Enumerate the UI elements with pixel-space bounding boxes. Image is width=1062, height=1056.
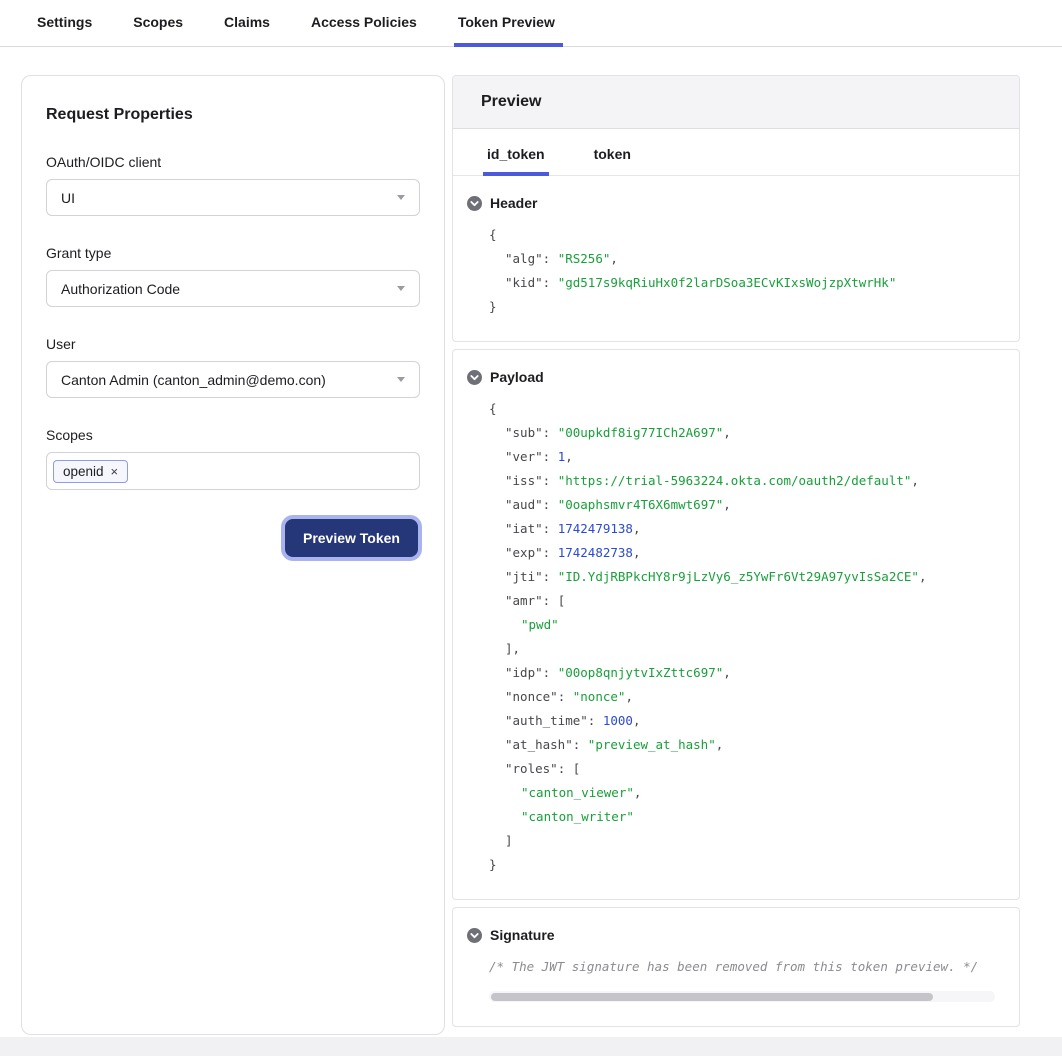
payload-section: Payload {"sub": "00upkdf8ig77ICh2A697","… [453,350,1019,899]
chevron-down-icon [397,377,405,382]
tab-token[interactable]: token [592,129,633,175]
preview-token-button[interactable]: Preview Token [285,519,418,557]
oauth-client-value: UI [61,190,75,206]
signature-comment: /* The JWT signature has been removed fr… [467,949,1005,979]
tab-token-preview[interactable]: Token Preview [456,14,557,46]
code-line: ] [489,829,995,853]
token-type-tabs: id_token token [453,129,1019,176]
horizontal-scrollbar-thumb[interactable] [491,993,933,1001]
scope-chip-label: openid [63,464,104,479]
code-line: "roles": [ [489,757,995,781]
request-properties-card: Request Properties OAuth/OIDC client UI … [21,75,445,1035]
scope-chip-openid: openid × [53,460,128,483]
preview-panel: Preview id_token token Header {"alg": "R… [452,75,1020,1027]
header-section-title: Header [490,195,537,211]
token-preview-page: Request Properties OAuth/OIDC client UI … [21,75,1020,1035]
field-grant-type: Grant type Authorization Code [46,245,420,307]
preview-title: Preview [453,76,1019,129]
code-line: "canton_writer" [489,805,995,829]
code-line: "kid": "gd517s9kqRiuHx0f2larDSoa3ECvKIxs… [489,271,995,295]
tab-access-policies[interactable]: Access Policies [309,14,419,46]
collapse-chevron-icon [467,196,482,211]
code-line: "pwd" [489,613,995,637]
header-section: Header {"alg": "RS256","kid": "gd517s9kq… [453,176,1019,341]
tab-settings[interactable]: Settings [35,14,94,46]
user-value: Canton Admin (canton_admin@demo.con) [61,372,326,388]
grant-type-select[interactable]: Authorization Code [46,270,420,307]
remove-scope-icon[interactable]: × [111,465,119,478]
chevron-down-icon [397,286,405,291]
code-line: { [489,223,995,247]
app-tab-bar: Settings Scopes Claims Access Policies T… [0,0,1062,47]
code-line: "sub": "00upkdf8ig77ICh2A697", [489,421,995,445]
horizontal-scrollbar-track [489,991,995,1002]
signature-section-toggle[interactable]: Signature [467,927,1005,943]
preview-box-top: Preview id_token token Header {"alg": "R… [452,75,1020,342]
page-footer-strip [0,1037,1062,1056]
code-line: "nonce": "nonce", [489,685,995,709]
collapse-chevron-icon [467,370,482,385]
request-properties-title: Request Properties [46,106,420,124]
oauth-client-label: OAuth/OIDC client [46,154,420,170]
code-line: "ver": 1, [489,445,995,469]
code-line: } [489,853,995,877]
grant-type-value: Authorization Code [61,281,180,297]
tab-claims[interactable]: Claims [222,14,272,46]
scopes-label: Scopes [46,427,420,443]
code-line: "idp": "00op8qnjytvIxZttc697", [489,661,995,685]
signature-section: Signature /* The JWT signature has been … [453,908,1019,1026]
field-oauth-client: OAuth/OIDC client UI [46,154,420,216]
tab-scopes[interactable]: Scopes [131,14,185,46]
collapse-chevron-icon [467,928,482,943]
code-line: "amr": [ [489,589,995,613]
signature-box: Signature /* The JWT signature has been … [452,907,1020,1027]
chevron-down-icon [397,195,405,200]
payload-section-title: Payload [490,369,544,385]
oauth-client-select[interactable]: UI [46,179,420,216]
user-label: User [46,336,420,352]
payload-json: {"sub": "00upkdf8ig77ICh2A697","ver": 1,… [467,391,1005,877]
code-line: "alg": "RS256", [489,247,995,271]
signature-section-title: Signature [490,927,555,943]
field-user: User Canton Admin (canton_admin@demo.con… [46,336,420,398]
code-line: "canton_viewer", [489,781,995,805]
payload-section-toggle[interactable]: Payload [467,369,1005,385]
scopes-input[interactable]: openid × [46,452,420,490]
user-select[interactable]: Canton Admin (canton_admin@demo.con) [46,361,420,398]
header-section-toggle[interactable]: Header [467,195,1005,211]
code-line: "at_hash": "preview_at_hash", [489,733,995,757]
code-line: "jti": "ID.YdjRBPkcHY8r9jLzVy6_z5YwFr6Vt… [489,565,995,589]
code-line: "exp": 1742482738, [489,541,995,565]
code-line: "iat": 1742479138, [489,517,995,541]
code-line: "auth_time": 1000, [489,709,995,733]
code-line: "iss": "https://trial-5963224.okta.com/o… [489,469,995,493]
button-row: Preview Token [46,519,420,557]
header-json: {"alg": "RS256","kid": "gd517s9kqRiuHx0f… [467,217,1005,319]
code-line: ], [489,637,995,661]
payload-box: Payload {"sub": "00upkdf8ig77ICh2A697","… [452,349,1020,900]
code-line: { [489,397,995,421]
field-scopes: Scopes openid × [46,427,420,490]
code-line: /* The JWT signature has been removed fr… [489,955,995,979]
tab-id-token[interactable]: id_token [485,129,547,175]
code-line: "aud": "0oaphsmvr4T6X6mwt697", [489,493,995,517]
code-line: } [489,295,995,319]
grant-type-label: Grant type [46,245,420,261]
